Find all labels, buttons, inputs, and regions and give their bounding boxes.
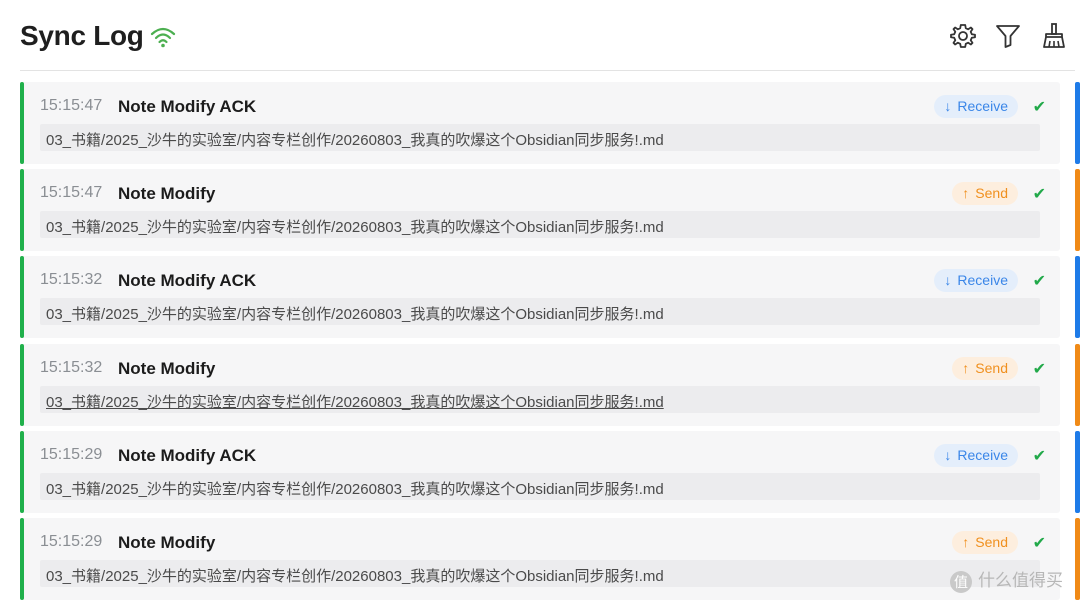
direction-badge: ↑ Send [952,531,1018,554]
page-title: Sync Log [20,20,144,51]
log-entry[interactable]: 15:15:47 Note Modify ACK ↓ Receive ✔ 03_书… [20,82,1080,164]
check-icon: ✔ [1032,448,1046,465]
header: Sync Log [0,0,1080,70]
direction-label: Send [975,185,1008,201]
direction-badge: ↓ Receive [934,95,1018,118]
watermark-logo: 值 [950,570,972,593]
status-bar [20,518,24,600]
entry-time: 15:15:29 [40,446,103,463]
entry-event: Note Modify ACK [118,446,257,465]
file-path[interactable]: 03_书籍/2025_沙牛的实验室/内容专栏创作/20260803_我真的吹爆这… [40,386,1040,413]
log-entry[interactable]: 15:15:32 Note Modify ↑ Send ✔ 03_书籍/2025_… [20,344,1080,426]
arrow-up-icon: ↑ [962,534,970,550]
direction-bar [1075,82,1080,164]
direction-bar [1075,256,1080,338]
check-icon: ✔ [1032,273,1046,290]
direction-bar [1075,169,1080,251]
check-icon: ✔ [1032,186,1046,203]
entry-time: 15:15:47 [40,97,103,114]
entry-time: 15:15:32 [40,359,103,376]
check-icon: ✔ [1032,99,1046,116]
entry-event: Note Modify ACK [118,271,257,290]
entry-event: Note Modify [118,359,216,378]
arrow-down-icon: ↓ [944,272,952,288]
status-bar [20,256,24,338]
broom-icon[interactable] [1040,22,1068,50]
check-icon: ✔ [1032,535,1046,552]
status-bar [20,82,24,164]
direction-label: Receive [957,272,1008,288]
entry-time: 15:15:32 [40,271,103,288]
file-path[interactable]: 03_书籍/2025_沙牛的实验室/内容专栏创作/20260803_我真的吹爆这… [40,560,1040,587]
entry-event: Note Modify [118,184,216,203]
status-bar [20,431,24,513]
filter-icon[interactable] [994,22,1022,50]
watermark: 值什么值得买 [950,566,1063,593]
file-path[interactable]: 03_书籍/2025_沙牛的实验室/内容专栏创作/20260803_我真的吹爆这… [40,124,1040,151]
direction-badge: ↓ Receive [934,444,1018,467]
log-entry[interactable]: 15:15:32 Note Modify ACK ↓ Receive ✔ 03_书… [20,256,1080,338]
file-path[interactable]: 03_书籍/2025_沙牛的实验室/内容专栏创作/20260803_我真的吹爆这… [40,473,1040,500]
direction-label: Receive [957,447,1008,463]
entry-time: 15:15:47 [40,184,103,201]
watermark-text: 什么值得买 [978,571,1063,590]
entry-time: 15:15:29 [40,533,103,550]
log-entry[interactable]: 15:15:29 Note Modify ↑ Send ✔ 03_书籍/2025_… [20,518,1080,600]
wifi-icon [150,25,176,49]
log-entry[interactable]: 15:15:29 Note Modify ACK ↓ Receive ✔ 03_书… [20,431,1080,513]
status-bar [20,344,24,426]
direction-label: Receive [957,98,1008,114]
direction-label: Send [975,534,1008,550]
direction-badge: ↑ Send [952,182,1018,205]
file-path[interactable]: 03_书籍/2025_沙牛的实验室/内容专栏创作/20260803_我真的吹爆这… [40,211,1040,238]
gear-icon[interactable] [949,22,977,50]
header-divider [20,70,1075,71]
direction-bar [1075,344,1080,426]
entry-event: Note Modify ACK [118,97,257,116]
direction-badge: ↑ Send [952,357,1018,380]
direction-bar [1075,431,1080,513]
direction-badge: ↓ Receive [934,269,1018,292]
status-bar [20,169,24,251]
log-entry[interactable]: 15:15:47 Note Modify ↑ Send ✔ 03_书籍/2025_… [20,169,1080,251]
check-icon: ✔ [1032,361,1046,378]
file-path[interactable]: 03_书籍/2025_沙牛的实验室/内容专栏创作/20260803_我真的吹爆这… [40,298,1040,325]
arrow-down-icon: ↓ [944,447,952,463]
entry-event: Note Modify [118,533,216,552]
direction-label: Send [975,360,1008,376]
arrow-up-icon: ↑ [962,185,970,201]
arrow-up-icon: ↑ [962,360,970,376]
arrow-down-icon: ↓ [944,98,952,114]
direction-bar [1075,518,1080,600]
